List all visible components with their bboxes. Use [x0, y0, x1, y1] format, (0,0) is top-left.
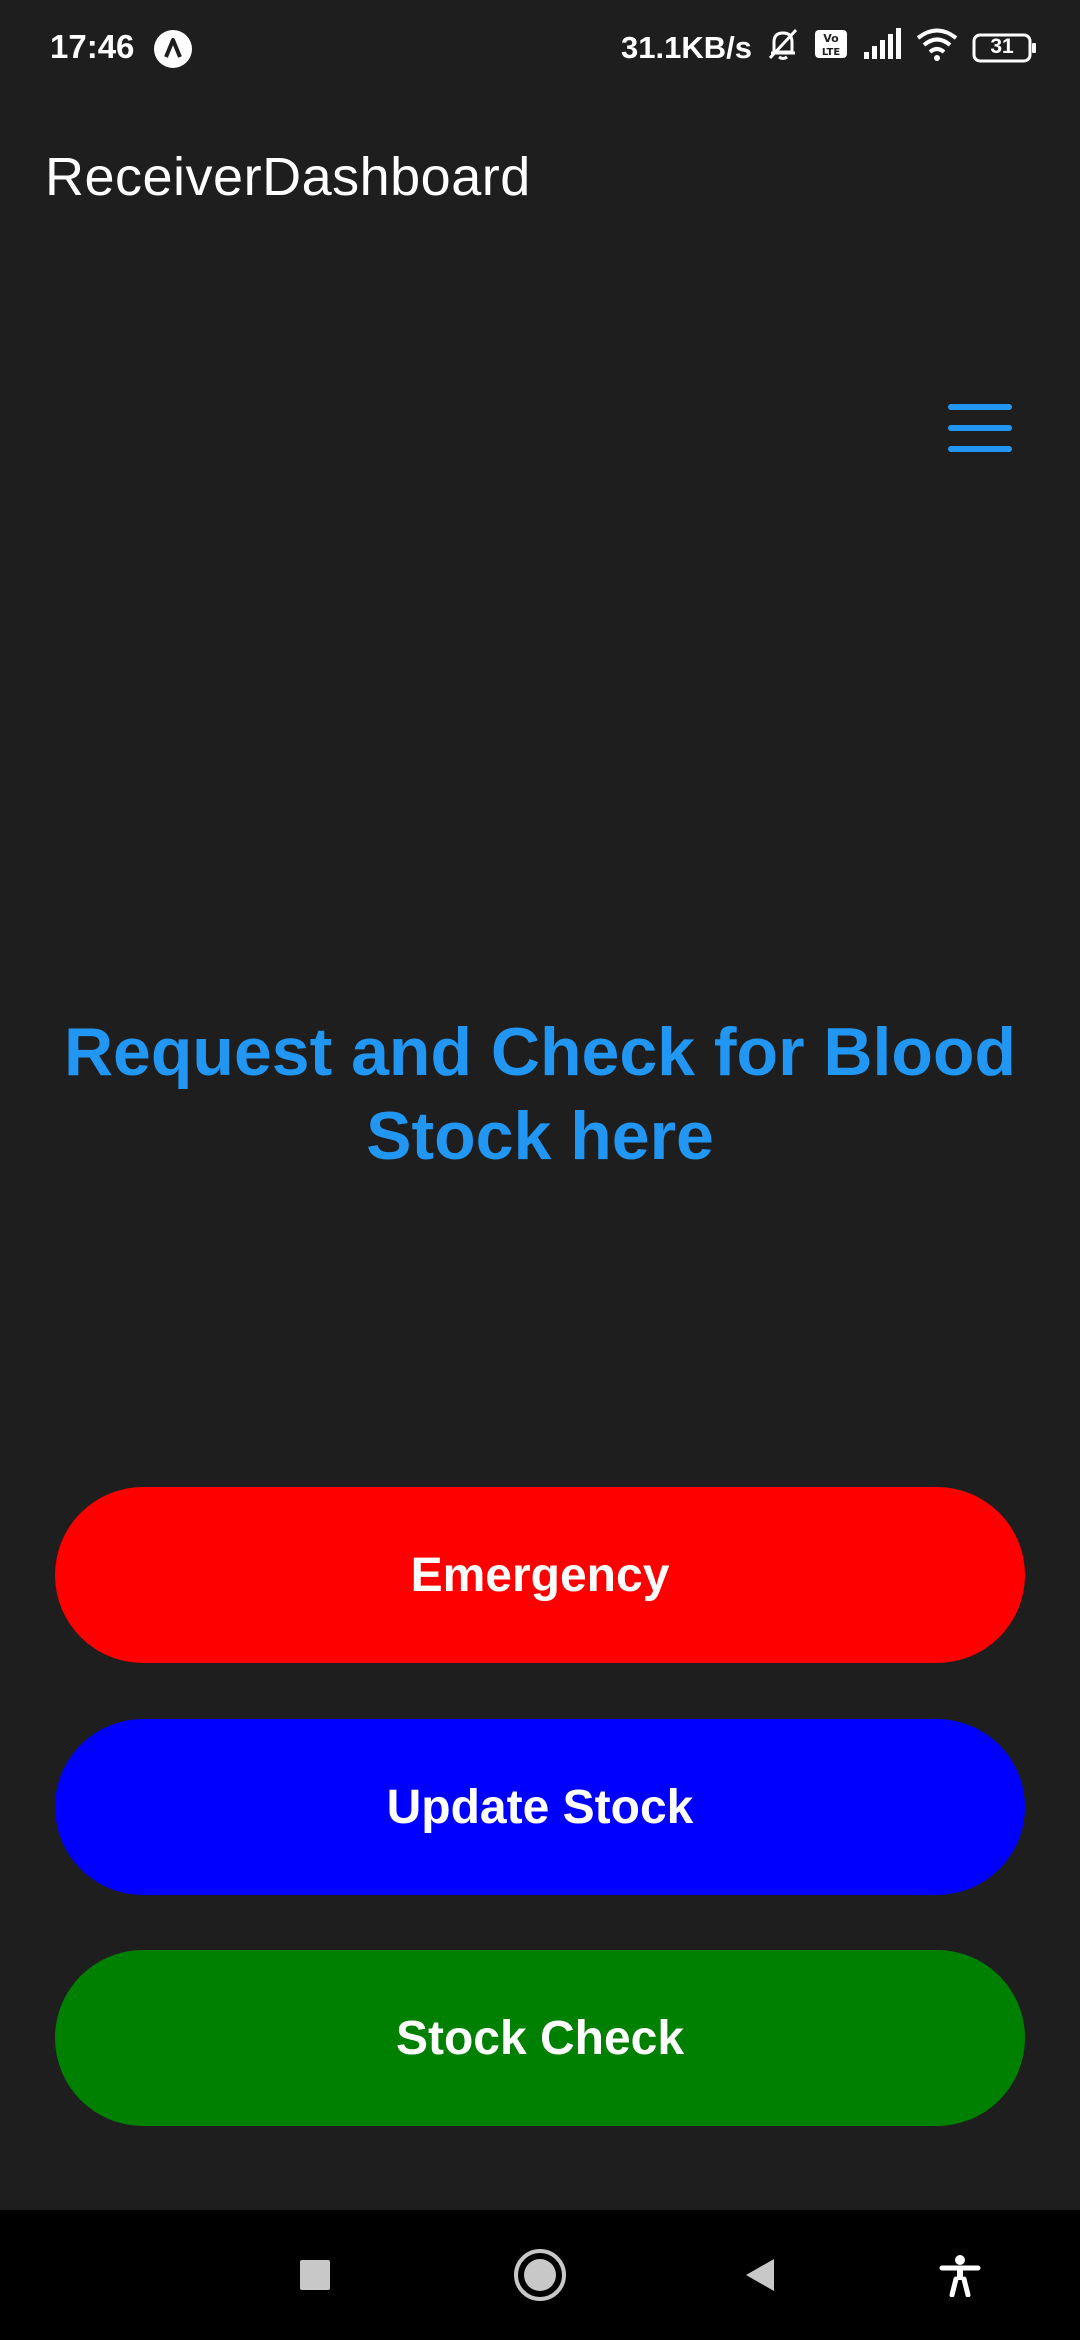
menu-bar-bottom [948, 446, 1012, 452]
app-notification-icon [154, 30, 192, 68]
status-time: 17:46 [50, 28, 135, 65]
hamburger-menu-icon[interactable] [940, 398, 1020, 458]
volte-icon: Vo LTE [814, 29, 848, 67]
menu-bar-top [948, 404, 1012, 410]
battery-level: 31 [990, 35, 1014, 58]
page-title: ReceiverDashboard [45, 147, 531, 207]
menu-bar-middle [948, 425, 1012, 431]
accessibility-icon[interactable] [925, 2240, 995, 2310]
status-right-group: 31.1KB/s Vo LTE 31 [621, 26, 1038, 70]
home-circle-icon[interactable] [505, 2240, 575, 2310]
back-triangle-icon[interactable] [725, 2240, 795, 2310]
emergency-button[interactable]: Emergency [55, 1487, 1025, 1663]
svg-text:Vo: Vo [823, 32, 839, 45]
battery-icon: 31 [972, 33, 1038, 63]
signal-icon [862, 28, 902, 68]
stock-check-button[interactable]: Stock Check [55, 1950, 1025, 2126]
system-nav-bar [0, 2210, 1080, 2340]
update-stock-button[interactable]: Update Stock [55, 1719, 1025, 1895]
headline-text: Request and Check for Blood Stock here [63, 1014, 1017, 1174]
status-bar: 17:46 31.1KB/s Vo LTE 31 [0, 0, 1080, 96]
screen: 17:46 31.1KB/s Vo LTE 31 ReceiverDashboa… [0, 0, 1080, 2340]
wifi-icon [916, 27, 958, 69]
mute-bell-icon [766, 26, 800, 70]
network-speed: 31.1KB/s [621, 30, 752, 65]
recents-square-icon[interactable] [280, 2240, 350, 2310]
svg-text:LTE: LTE [822, 47, 841, 58]
